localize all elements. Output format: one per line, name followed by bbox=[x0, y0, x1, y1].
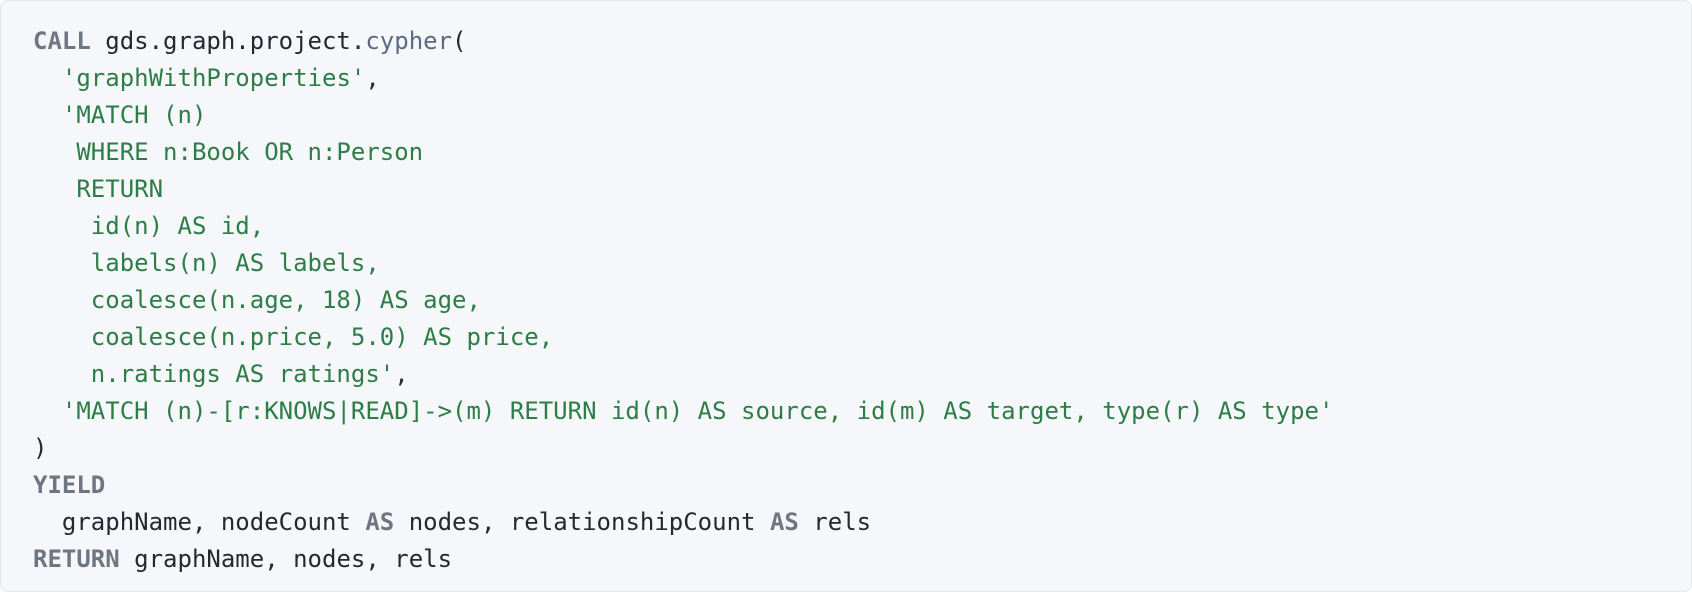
code-token-string: RETURN bbox=[33, 175, 164, 203]
code-token-plain: , bbox=[365, 64, 380, 92]
code-line: ) bbox=[33, 430, 1333, 467]
code-token-keyword: CALL bbox=[33, 27, 91, 55]
code-token-keyword: YIELD bbox=[33, 471, 106, 499]
code-token-string: n.ratings AS ratings' bbox=[33, 360, 395, 388]
code-line: n.ratings AS ratings', bbox=[33, 356, 1333, 393]
code-token-string: coalesce(n.price, 5.0) AS price, bbox=[33, 323, 554, 351]
code-block-panel: CALL gds.graph.project.cypher( 'graphWit… bbox=[0, 0, 1692, 592]
code-line: 'MATCH (n)-[r:KNOWS|READ]->(m) RETURN id… bbox=[33, 393, 1334, 430]
code-line: RETURN bbox=[33, 171, 1333, 208]
code-line: coalesce(n.price, 5.0) AS price, bbox=[33, 319, 1333, 356]
code-token-keyword: AS bbox=[769, 508, 799, 536]
code-line: 'graphWithProperties', bbox=[33, 60, 1333, 97]
code-token-plain: gds.graph.project. bbox=[90, 27, 366, 55]
code-token-keyword: RETURN bbox=[33, 545, 120, 573]
code-token-plain: ( bbox=[452, 27, 467, 55]
code-line: RETURN graphName, nodes, rels bbox=[33, 541, 1333, 578]
cypher-code-block[interactable]: CALL gds.graph.project.cypher( 'graphWit… bbox=[33, 23, 1333, 578]
code-token-keyword: AS bbox=[365, 508, 395, 536]
code-line: 'MATCH (n) bbox=[33, 97, 1333, 134]
code-token-string: 'graphWithProperties' bbox=[61, 64, 366, 92]
code-token-plain: graphName, nodes, rels bbox=[119, 545, 453, 573]
code-line: labels(n) AS labels, bbox=[33, 245, 1333, 282]
code-line: WHERE n:Book OR n:Person bbox=[33, 134, 1333, 171]
code-token-string: coalesce(n.age, 18) AS age, bbox=[33, 286, 481, 314]
code-token-plain: graphName, nodeCount bbox=[33, 508, 366, 536]
code-line: coalesce(n.age, 18) AS age, bbox=[33, 282, 1333, 319]
code-token-plain: nodes, relationshipCount bbox=[394, 508, 770, 536]
code-token-func: cypher bbox=[365, 27, 453, 55]
code-token-plain: rels bbox=[798, 508, 872, 536]
code-token-plain: ) bbox=[33, 434, 48, 462]
code-token-plain: , bbox=[394, 360, 409, 388]
code-token-string: WHERE n:Book OR n:Person bbox=[33, 138, 424, 166]
code-token-string: 'MATCH (n) bbox=[61, 101, 207, 129]
code-token-string: id(n) AS id, bbox=[33, 212, 265, 240]
code-line: CALL gds.graph.project.cypher( bbox=[33, 23, 1333, 60]
code-line: YIELD bbox=[33, 467, 1333, 504]
code-token-string: 'MATCH (n)-[r:KNOWS|READ]->(m) RETURN id… bbox=[61, 397, 1334, 425]
code-token-string: labels(n) AS labels, bbox=[33, 249, 380, 277]
code-line: id(n) AS id, bbox=[33, 208, 1333, 245]
code-line: graphName, nodeCount AS nodes, relations… bbox=[33, 504, 1333, 541]
